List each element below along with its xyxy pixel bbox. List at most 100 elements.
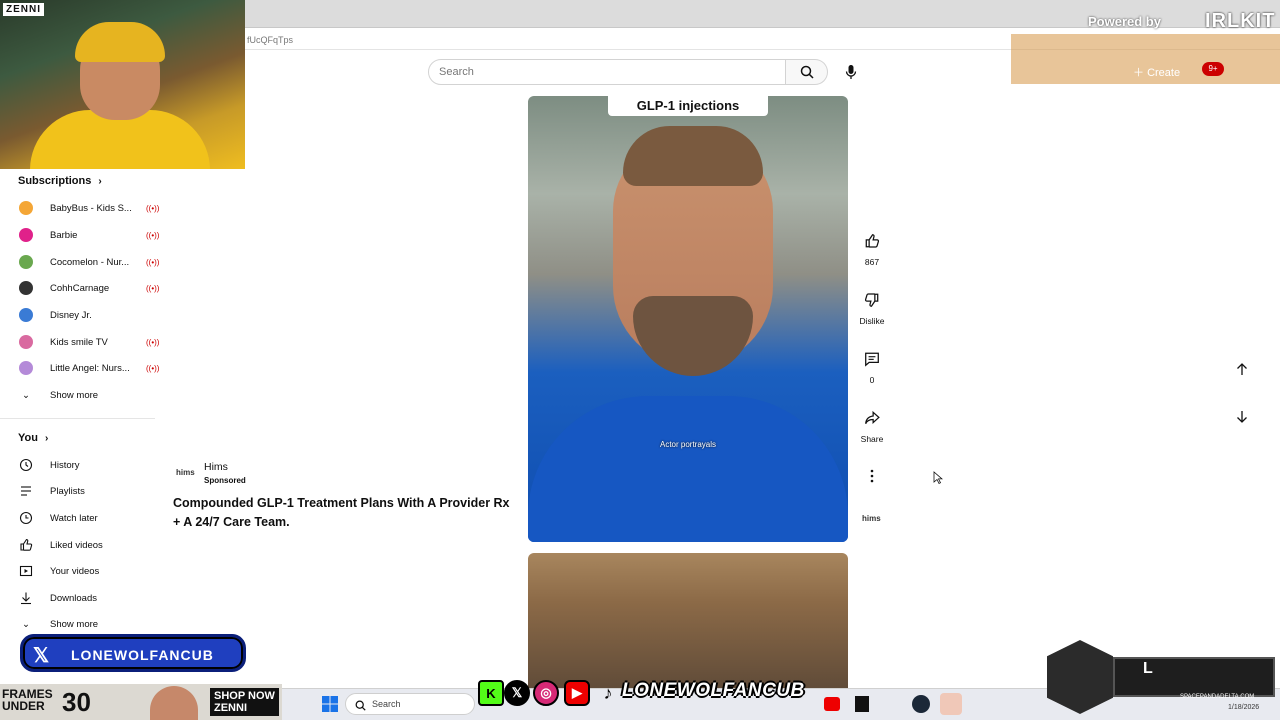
- sidebar-item-little-angel[interactable]: Little Angel: Nurs... ((•)): [18, 356, 159, 380]
- sidebar-item-label: Your videos: [50, 565, 100, 577]
- sidebar-item-label: Playlists: [50, 485, 85, 497]
- clock-icon: [18, 510, 34, 526]
- more-actions[interactable]: [858, 462, 886, 490]
- previous-video-button[interactable]: [1228, 355, 1256, 383]
- advertiser-name[interactable]: Hims: [204, 461, 228, 473]
- search-icon: [800, 65, 814, 79]
- next-video-button[interactable]: [1228, 403, 1256, 431]
- youtube-icon: ▶: [564, 680, 590, 706]
- sidebar-item-label: Cocomelon - Nur...: [50, 256, 130, 268]
- live-indicator-icon: ((•)): [146, 257, 160, 267]
- tiktok-icon: ♪: [603, 682, 613, 703]
- thumbs-up-icon[interactable]: [858, 227, 886, 255]
- video-person-beard: [633, 296, 753, 376]
- social-handle-text: LONEWOLFANCUB: [622, 680, 805, 701]
- frames-ad-shop-now: SHOP NOW ZENNI: [210, 688, 279, 716]
- you-heading[interactable]: You ›: [18, 432, 48, 444]
- sidebar-item-label: Watch later: [50, 512, 98, 524]
- search-button[interactable]: [786, 59, 828, 85]
- show-more-you[interactable]: ⌄ Show more: [18, 612, 98, 636]
- avatar: [19, 201, 33, 215]
- avatar: [19, 255, 33, 269]
- sidebar-item-downloads[interactable]: Downloads: [18, 586, 97, 610]
- search-icon: [355, 698, 366, 716]
- live-indicator-icon: ((•)): [146, 203, 160, 213]
- sidebar-item-barbie[interactable]: Barbie ((•)): [18, 223, 159, 247]
- dislike-label: Dislike: [859, 316, 885, 326]
- live-indicator-icon: ((•)): [146, 283, 160, 293]
- more-vertical-icon[interactable]: [858, 462, 886, 490]
- create-label: Create: [1147, 67, 1181, 79]
- x-handle-banner: 𝕏 LONEWOLFANCUB: [20, 634, 246, 672]
- arrow-up-icon: [1237, 363, 1247, 375]
- next-shorts-video-preview[interactable]: [528, 553, 848, 693]
- show-more-label: Show more: [50, 618, 99, 630]
- thumbs-down-icon[interactable]: [858, 286, 886, 314]
- sidebar-item-your-videos[interactable]: Your videos: [18, 559, 99, 583]
- spacepanda-overlay-bar: [1113, 657, 1275, 697]
- chevron-down-icon: ⌄: [22, 389, 30, 401]
- browser-taskbar-icon[interactable]: [940, 693, 962, 715]
- kick-icon: K: [478, 680, 504, 706]
- x-handle-text: LONEWOLFANCUB: [71, 647, 214, 663]
- subscriptions-heading[interactable]: Subscriptions ›: [18, 175, 102, 187]
- advertiser-logo[interactable]: hims: [176, 468, 195, 477]
- avatar: [19, 228, 33, 242]
- url-text: fUcQFqTps: [247, 35, 294, 45]
- sidebar-item-babybus[interactable]: BabyBus - Kids S... ((•)): [18, 196, 159, 220]
- create-button[interactable]: ＋ Create: [1133, 64, 1180, 80]
- sidebar-item-label: Disney Jr.: [50, 309, 92, 321]
- sidebar-item-cocomelon[interactable]: Cocomelon - Nur... ((•)): [18, 250, 159, 274]
- video-caption-disclaimer: Actor portrayals: [659, 440, 717, 449]
- sidebar-item-watch-later[interactable]: Watch later: [18, 506, 98, 530]
- notification-badge[interactable]: 9+: [1202, 62, 1224, 76]
- sponsored-label: Sponsored: [204, 476, 246, 485]
- frames-ad-line2: UNDER: [2, 699, 45, 713]
- thumbs-up-icon: [18, 537, 34, 553]
- frames-ad-price: 30: [62, 687, 91, 717]
- share-label: Share: [860, 434, 884, 444]
- avatar: [19, 361, 33, 375]
- frames-ad-headline: FRAMES UNDER: [2, 688, 53, 712]
- dislike-action[interactable]: Dislike: [858, 286, 886, 326]
- microphone-icon: [845, 65, 857, 79]
- download-icon: [18, 590, 34, 606]
- chevron-right-icon: ›: [98, 176, 102, 187]
- sidebar-item-playlists[interactable]: Playlists: [18, 479, 85, 503]
- shorts-video-player[interactable]: GLP-1 injections Actor portrayals: [528, 96, 848, 542]
- sidebar-item-label: Little Angel: Nurs...: [50, 362, 130, 374]
- like-action[interactable]: 867: [858, 227, 886, 267]
- ad-title[interactable]: Compounded GLP-1 Treatment Plans With A …: [173, 494, 513, 532]
- share-icon[interactable]: [858, 404, 886, 432]
- youtube-taskbar-icon[interactable]: [824, 697, 840, 711]
- windows-start-icon[interactable]: [322, 696, 338, 717]
- show-more-subscriptions[interactable]: ⌄ Show more: [18, 383, 98, 407]
- channel-logo[interactable]: hims: [862, 514, 881, 523]
- search-input[interactable]: Search: [428, 59, 786, 85]
- social-handles-strip: K 𝕏 ◎ ▶ ♪ LONEWOLFANCUB: [478, 678, 813, 708]
- live-indicator-icon: ((•)): [146, 337, 160, 347]
- history-icon: [18, 457, 34, 473]
- avatar: [19, 281, 33, 295]
- webcam-person-hat: [75, 22, 165, 62]
- sidebar-item-cohhcarnage[interactable]: CohhCarnage ((•)): [18, 276, 159, 300]
- voice-search-button[interactable]: [838, 59, 864, 85]
- sidebar-item-label: BabyBus - Kids S...: [50, 202, 132, 214]
- comments-action[interactable]: 0: [858, 345, 886, 385]
- netflix-taskbar-icon[interactable]: [855, 696, 869, 712]
- steam-taskbar-icon[interactable]: [912, 695, 930, 713]
- sidebar-item-liked-videos[interactable]: Liked videos: [18, 533, 103, 557]
- sidebar-item-disney-jr[interactable]: Disney Jr.: [18, 303, 92, 327]
- x-logo-icon: 𝕏: [33, 645, 50, 667]
- sidebar-item-kids-smile-tv[interactable]: Kids smile TV ((•)): [18, 330, 159, 354]
- powered-by-text: Powered by: [1088, 14, 1161, 29]
- x-icon: 𝕏: [504, 680, 530, 706]
- share-action[interactable]: Share: [858, 404, 886, 444]
- sidebar-item-history[interactable]: History: [18, 453, 80, 477]
- sidebar-divider: [0, 418, 155, 419]
- comment-icon[interactable]: [858, 345, 886, 373]
- comment-count: 0: [869, 375, 875, 385]
- video-person-shirt: [528, 396, 848, 542]
- instagram-icon: ◎: [533, 680, 559, 706]
- chevron-right-icon: ›: [45, 433, 49, 444]
